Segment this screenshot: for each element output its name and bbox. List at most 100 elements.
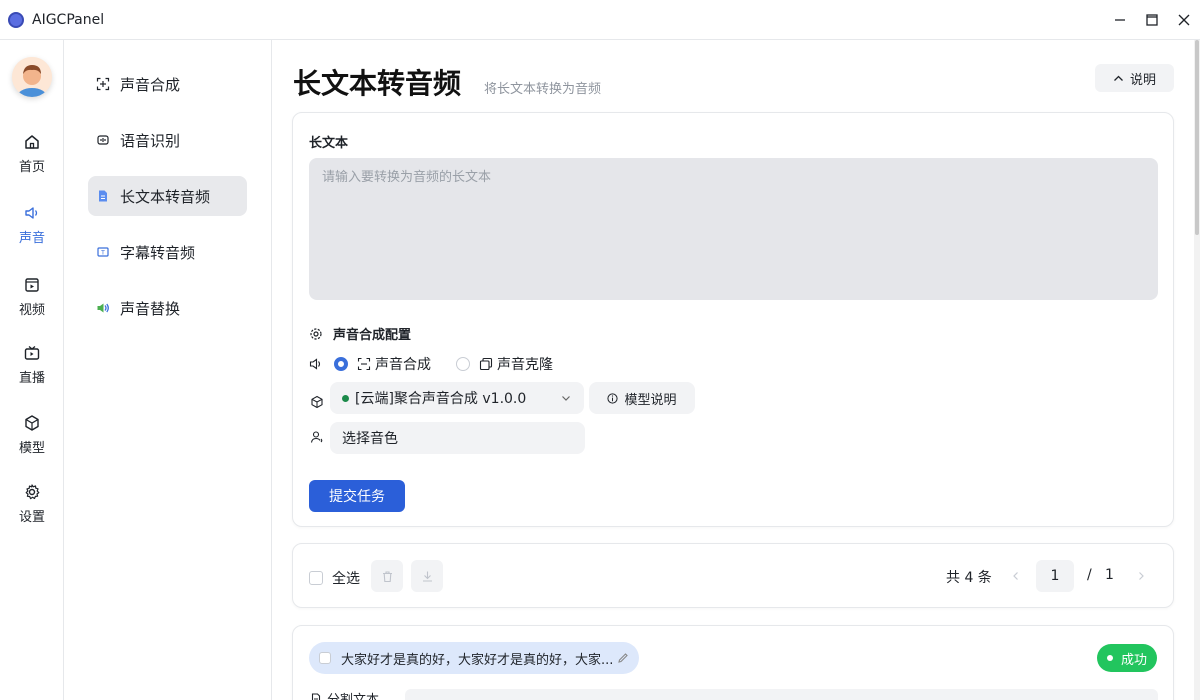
task-item-card: 大家好才是真的好，大家好才是真的好，大家... 成功 分割文本: [292, 625, 1174, 700]
subnav-item-long-text-to-audio[interactable]: 长文本转音频: [88, 176, 247, 216]
model-info-label: 模型说明: [624, 392, 677, 408]
status-badge: 成功: [1096, 644, 1157, 672]
title-bar: AIGCPanel: [0, 0, 1200, 40]
long-text-input[interactable]: [309, 158, 1158, 300]
select-all[interactable]: 全选: [309, 568, 360, 588]
clone-icon: [479, 357, 493, 371]
page-total: 1: [1105, 567, 1114, 583]
split-text-label: 分割文本: [327, 689, 379, 700]
model-select-value: [云端]聚合声音合成 v1.0.0: [355, 391, 527, 407]
rail-item-settings[interactable]: 设置: [0, 483, 64, 525]
subtitle-icon: T: [97, 247, 109, 257]
chevron-down-icon: [562, 396, 570, 401]
task-form-card: 长文本 声音合成配置 声音合成 声音克隆 [云端]聚合声音合成 v1.0.0 模…: [292, 112, 1174, 527]
edit-icon[interactable]: [617, 652, 629, 664]
subnav-item-speech-recognition[interactable]: 语音识别: [88, 120, 247, 160]
select-all-label: 全选: [332, 571, 360, 587]
document-icon: [311, 692, 321, 700]
window-controls: [1104, 0, 1200, 40]
model-status-dot: [342, 394, 349, 402]
next-page-icon[interactable]: [1135, 570, 1147, 582]
speaker-icon: [309, 358, 321, 370]
minimize-icon: [1115, 19, 1125, 21]
subnav-label: 长文本转音频: [120, 187, 211, 206]
primary-nav-rail: 首页 声音 视频 直播 模型 设置: [0, 40, 64, 700]
select-all-checkbox[interactable]: [309, 571, 323, 585]
mode-synthesis-radio[interactable]: [334, 357, 348, 371]
voice-select-value: 选择音色: [342, 431, 398, 447]
maximize-icon: [1146, 14, 1158, 26]
cube-icon: [311, 395, 323, 409]
main-content: 长文本转音频 将长文本转换为音频 说明 长文本 声音合成配置 声音合成 声音克隆…: [272, 40, 1200, 700]
close-button[interactable]: [1168, 0, 1200, 40]
gear-icon: [25, 484, 40, 500]
help-button[interactable]: 说明: [1095, 64, 1174, 92]
mode-clone-label: 声音克隆: [497, 357, 553, 373]
split-text-section: 分割文本: [310, 689, 379, 700]
gear-icon: [310, 327, 322, 340]
secondary-nav: 声音合成 语音识别 长文本转音频 T 字幕转音频 声音替换: [64, 40, 272, 700]
rail-item-sound[interactable]: 声音: [0, 204, 64, 246]
avatar[interactable]: [12, 57, 52, 97]
rail-label: 设置: [18, 510, 45, 525]
scrollbar-thumb[interactable]: [1195, 40, 1199, 235]
cube-icon: [25, 415, 39, 431]
maximize-button[interactable]: [1136, 0, 1168, 40]
subnav-label: 声音替换: [120, 299, 181, 318]
help-label: 说明: [1129, 72, 1156, 88]
task-title-pill[interactable]: 大家好才是真的好，大家好才是真的好，大家...: [309, 642, 640, 674]
rail-item-live[interactable]: 直播: [0, 344, 64, 386]
submit-task-button[interactable]: 提交任务: [309, 480, 405, 512]
mode-synthesis-label: 声音合成: [375, 357, 431, 373]
subnav-label: 字幕转音频: [120, 243, 196, 262]
voice-select[interactable]: 选择音色: [330, 422, 585, 454]
scan-icon: [357, 357, 371, 371]
download-icon: [422, 571, 432, 582]
subnav-item-subtitle-to-audio[interactable]: T 字幕转音频: [88, 232, 247, 272]
task-checkbox[interactable]: [319, 652, 331, 664]
page-current: 1: [1050, 568, 1060, 584]
config-heading: 声音合成配置: [309, 324, 411, 343]
scan-icon: [96, 77, 110, 91]
prev-page-icon[interactable]: [1010, 570, 1022, 582]
page-separator: /: [1087, 567, 1092, 583]
subnav-label: 声音合成: [120, 75, 181, 94]
download-button[interactable]: [411, 560, 443, 592]
info-icon: [607, 392, 619, 404]
status-dot: [1106, 655, 1113, 661]
svg-text:T: T: [100, 250, 105, 257]
main-scrollbar[interactable]: [1194, 40, 1200, 700]
minimize-button[interactable]: [1104, 0, 1136, 40]
mode-clone-radio[interactable]: [456, 357, 470, 371]
page-input[interactable]: 1: [1036, 560, 1074, 592]
subnav-item-voice-synthesis[interactable]: 声音合成: [88, 64, 247, 104]
list-toolbar-card: 全选 共 4 条 1 / 1: [292, 543, 1174, 608]
model-select[interactable]: [云端]聚合声音合成 v1.0.0: [330, 382, 584, 414]
total-count: 共 4 条: [946, 570, 992, 586]
model-info-button[interactable]: 模型说明: [589, 382, 695, 414]
task-text-preview: 大家好才是真的好，大家好才是真的好，大家...: [341, 652, 614, 668]
tv-icon: [24, 346, 40, 360]
rail-item-model[interactable]: 模型: [0, 414, 64, 456]
rail-label: 模型: [18, 441, 45, 456]
submit-task-label: 提交任务: [329, 489, 385, 505]
voice-recognize-icon: [97, 135, 109, 145]
rail-label: 直播: [18, 371, 45, 386]
split-text-area: [405, 689, 1158, 700]
page-subtitle: 将长文本转换为音频: [484, 82, 602, 97]
rail-label: 首页: [18, 160, 45, 175]
mode-radio-group: 声音合成 声音克隆: [309, 354, 553, 374]
app-logo-icon: [8, 11, 24, 28]
avatar-image: [12, 57, 52, 97]
long-text-label: 长文本: [309, 136, 349, 151]
speaker-swap-icon: [97, 303, 109, 313]
subnav-item-voice-replace[interactable]: 声音替换: [88, 288, 247, 328]
user-voice-icon: [310, 431, 323, 443]
subnav-label: 语音识别: [120, 131, 181, 150]
rail-label: 视频: [18, 303, 45, 318]
rail-item-home[interactable]: 首页: [0, 133, 64, 175]
rail-item-video[interactable]: 视频: [0, 276, 64, 318]
delete-button[interactable]: [371, 560, 403, 592]
video-icon: [25, 278, 39, 292]
home-icon: [25, 135, 39, 149]
